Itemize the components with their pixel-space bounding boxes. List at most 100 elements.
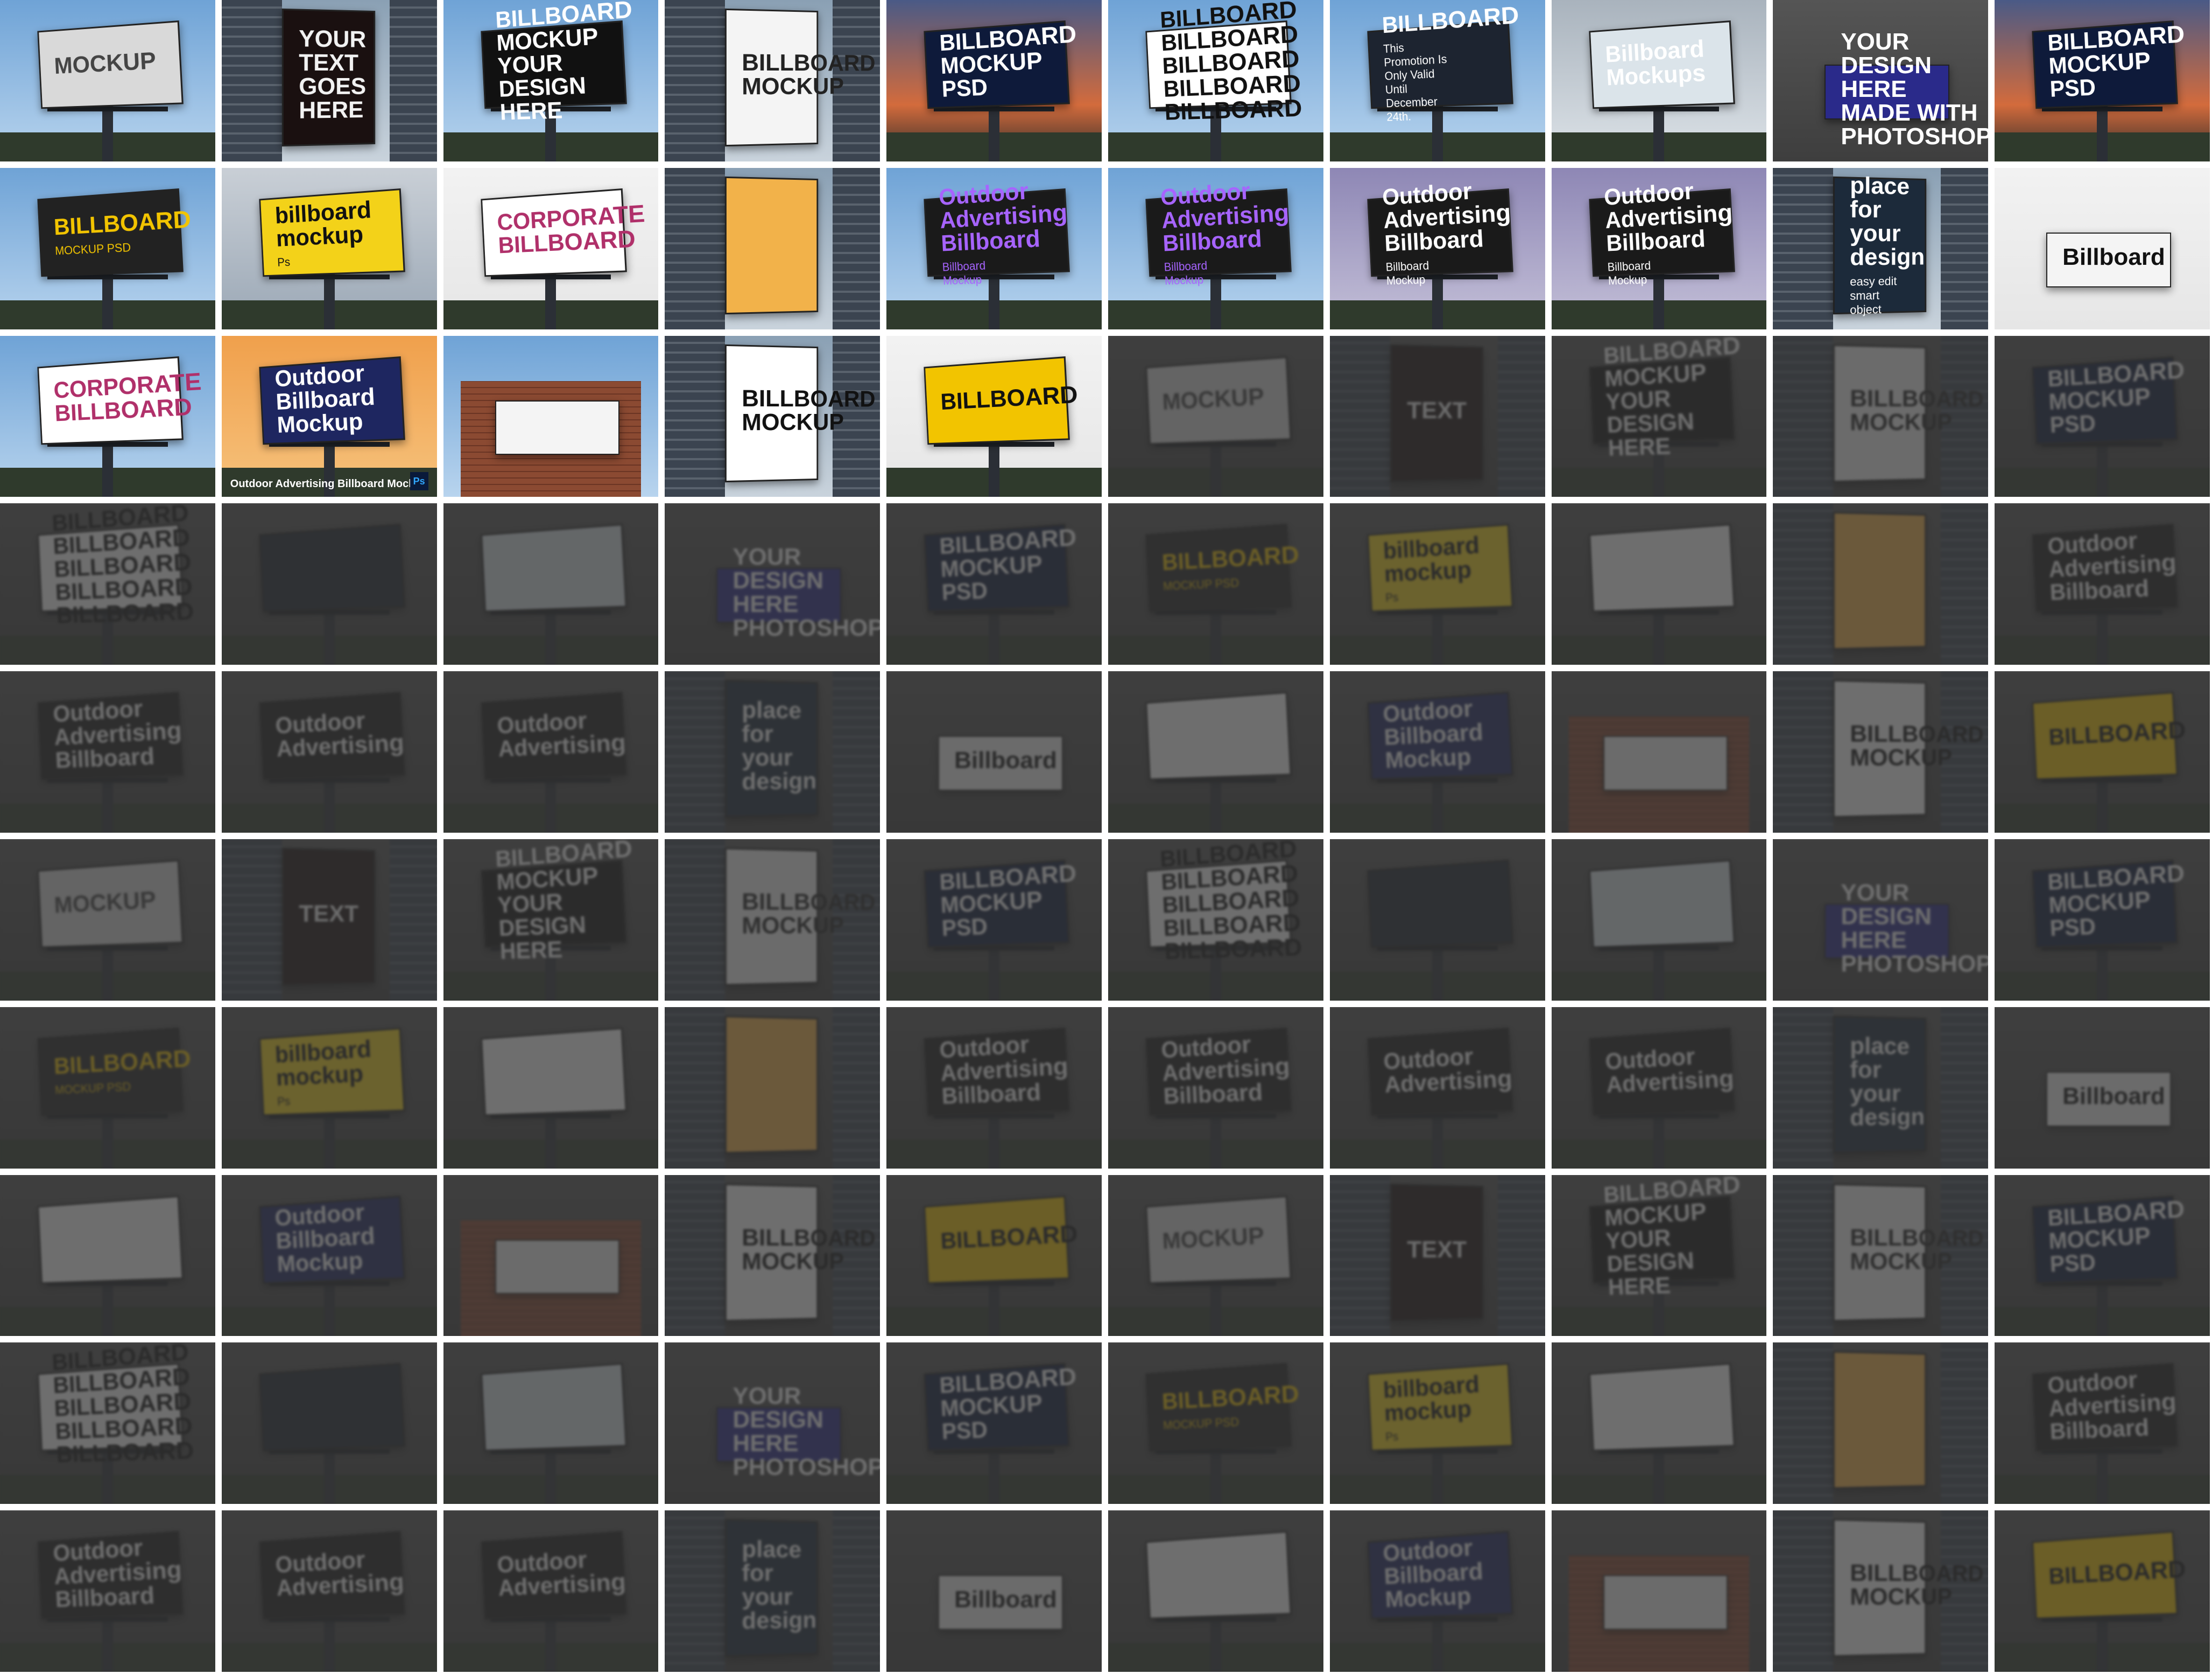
gallery-tile[interactable] [1329,839,1545,1001]
gallery-tile[interactable]: Outdoor Advertising [1329,1007,1545,1169]
gallery-tile[interactable] [443,1174,659,1337]
gallery-tile[interactable]: BILLBOARD This Promotion Is Only Valid Un… [1329,0,1545,161]
gallery-tile[interactable] [1551,671,1767,833]
gallery-tile[interactable] [443,1342,659,1504]
gallery-tile[interactable]: BILLBOARD MOCKUP [665,839,880,1001]
gallery-tile[interactable]: YOUR DESIGN HERE PHOTOSHOP [665,1342,880,1504]
gallery-tile[interactable] [1108,1510,1323,1672]
gallery-tile[interactable] [1108,671,1323,833]
gallery-tile[interactable]: MOCKUP [0,0,215,161]
gallery-tile[interactable]: Outdoor Advertising Billboard [1995,1342,2210,1504]
gallery-tile[interactable]: BILLBOARD [886,1174,1102,1337]
gallery-tile[interactable]: place for your design [1773,1007,1989,1169]
gallery-tile[interactable]: Outdoor Advertising Billboard [1995,503,2210,665]
gallery-tile[interactable] [1551,503,1767,665]
gallery-tile[interactable]: YOUR DESIGN HERE PHOTOSHOP [1773,839,1989,1001]
gallery-tile[interactable]: BILLBOARD MOCKUP PSD [1995,0,2210,161]
gallery-tile[interactable]: Outdoor Advertising Billboard Billboard M… [1108,167,1323,329]
gallery-tile[interactable]: Outdoor Advertising [221,1510,437,1672]
gallery-tile[interactable]: Outdoor Advertising [443,671,659,833]
gallery-tile[interactable]: BILLBOARDMOCKUP PSD [1108,503,1323,665]
gallery-tile[interactable]: BILLBOARD MOCKUP PSD [886,839,1102,1001]
gallery-tile[interactable] [443,335,659,497]
gallery-tile[interactable]: BILLBOARD MOCKUP YOUR DESIGN HERE [443,0,659,161]
gallery-tile[interactable]: billboard mockupPs [221,1007,437,1169]
gallery-tile[interactable]: Outdoor Advertising Billboard [1108,1007,1323,1169]
gallery-tile[interactable] [1551,1342,1767,1504]
gallery-tile[interactable]: BILLBOARD BILLBOARD BILLBOARD BILLBOARD … [0,1342,215,1504]
gallery-tile[interactable]: Outdoor Advertising [1551,1007,1767,1169]
gallery-tile[interactable]: place for your design easy edit smart obj… [1773,167,1989,329]
gallery-tile[interactable]: BILLBOARD MOCKUP PSD [1995,839,2210,1001]
gallery-tile[interactable]: Outdoor Billboard Mockup [1329,671,1545,833]
gallery-tile[interactable]: BILLBOARD BILLBOARD BILLBOARD BILLBOARD … [1108,0,1323,161]
gallery-tile[interactable]: Outdoor Advertising Billboard Billboard M… [1551,167,1767,329]
gallery-tile[interactable]: BILLBOARD [886,335,1102,497]
gallery-tile[interactable] [443,503,659,665]
gallery-tile[interactable]: CORPORATE BILLBOARD [443,167,659,329]
gallery-tile[interactable]: BILLBOARD MOCKUP [1773,335,1989,497]
gallery-tile[interactable] [1773,1342,1989,1504]
gallery-tile[interactable]: Outdoor Advertising Billboard [0,1510,215,1672]
gallery-tile[interactable]: MOCKUP [0,839,215,1001]
gallery-tile[interactable]: billboard mockupPs [1329,503,1545,665]
gallery-tile[interactable]: BILLBOARD MOCKUP PSD [886,503,1102,665]
gallery-tile[interactable]: BILLBOARD MOCKUP [665,335,880,497]
gallery-tile[interactable] [1551,1510,1767,1672]
gallery-tile[interactable]: BILLBOARD MOCKUP YOUR DESIGN HERE [443,839,659,1001]
gallery-tile[interactable]: billboard mockupPs [1329,1342,1545,1504]
gallery-tile[interactable]: Billboard [886,671,1102,833]
gallery-tile[interactable]: YOUR TEXT GOES HERE [221,0,437,161]
gallery-tile[interactable]: Outdoor Advertising Billboard [886,1007,1102,1169]
gallery-tile[interactable]: MOCKUP [1108,1174,1323,1337]
gallery-tile[interactable] [1551,839,1767,1001]
gallery-tile[interactable] [665,167,880,329]
gallery-tile[interactable]: YOUR DESIGN HERE PHOTOSHOP [665,503,880,665]
gallery-tile[interactable]: Billboard Mockups [1551,0,1767,161]
gallery-tile[interactable]: Outdoor Advertising [221,671,437,833]
gallery-tile[interactable]: BILLBOARD MOCKUP PSD [886,0,1102,161]
gallery-tile[interactable] [221,503,437,665]
gallery-tile[interactable]: BILLBOARD MOCKUP PSD [1995,335,2210,497]
gallery-tile[interactable]: BILLBOARD MOCKUP [1773,1174,1989,1337]
gallery-tile[interactable]: Outdoor Advertising [443,1510,659,1672]
gallery-tile[interactable]: BILLBOARD MOCKUP [665,0,880,161]
gallery-tile[interactable]: Outdoor Billboard Mockup Outdoor Advertis… [221,335,437,497]
gallery-tile[interactable]: Outdoor Billboard Mockup [1329,1510,1545,1672]
gallery-tile[interactable]: Outdoor Advertising Billboard Billboard M… [886,167,1102,329]
gallery-tile[interactable]: CORPORATE BILLBOARD [0,335,215,497]
gallery-tile[interactable]: TEXT [221,839,437,1001]
gallery-tile[interactable]: place for your design [665,1510,880,1672]
gallery-tile[interactable] [1773,503,1989,665]
gallery-tile[interactable]: BILLBOARD [1995,671,2210,833]
gallery-tile[interactable]: Outdoor Advertising Billboard [0,671,215,833]
gallery-tile[interactable]: YOUR DESIGN HERE MADE WITH PHOTOSHOP [1773,0,1989,161]
gallery-tile[interactable]: BILLBOARD MOCKUP [1773,1510,1989,1672]
gallery-tile[interactable]: BILLBOARD MOCKUP YOUR DESIGN HERE [1551,1174,1767,1337]
gallery-tile[interactable]: TEXT [1329,335,1545,497]
gallery-tile[interactable]: place for your design [665,671,880,833]
gallery-tile[interactable] [443,1007,659,1169]
gallery-tile[interactable]: Outdoor Billboard Mockup [221,1174,437,1337]
gallery-tile[interactable]: Billboard [1995,1007,2210,1169]
gallery-tile[interactable]: Billboard [1995,167,2210,329]
gallery-tile[interactable]: Billboard [886,1510,1102,1672]
gallery-tile[interactable]: BILLBOARD MOCKUP PSD [886,1342,1102,1504]
gallery-tile[interactable] [665,1007,880,1169]
gallery-tile[interactable]: BILLBOARDMOCKUP PSD [0,1007,215,1169]
gallery-tile[interactable]: BILLBOARD BILLBOARD BILLBOARD BILLBOARD … [0,503,215,665]
gallery-tile[interactable]: BILLBOARD MOCKUP [1773,671,1989,833]
gallery-tile[interactable]: BILLBOARD MOCKUP PSD [1995,1174,2210,1337]
gallery-tile[interactable]: MOCKUP [1108,335,1323,497]
gallery-tile[interactable]: BILLBOARD MOCKUP YOUR DESIGN HERE [1551,335,1767,497]
gallery-tile[interactable]: TEXT [1329,1174,1545,1337]
gallery-tile[interactable] [0,1174,215,1337]
gallery-tile[interactable]: BILLBOARDMOCKUP PSD [0,167,215,329]
gallery-tile[interactable]: BILLBOARD MOCKUP [665,1174,880,1337]
gallery-tile[interactable]: BILLBOARD [1995,1510,2210,1672]
gallery-tile[interactable]: billboard mockupPs [221,167,437,329]
gallery-tile[interactable]: BILLBOARD BILLBOARD BILLBOARD BILLBOARD … [1108,839,1323,1001]
gallery-tile[interactable]: BILLBOARDMOCKUP PSD [1108,1342,1323,1504]
gallery-tile[interactable]: Outdoor Advertising Billboard Billboard M… [1329,167,1545,329]
gallery-tile[interactable] [221,1342,437,1504]
